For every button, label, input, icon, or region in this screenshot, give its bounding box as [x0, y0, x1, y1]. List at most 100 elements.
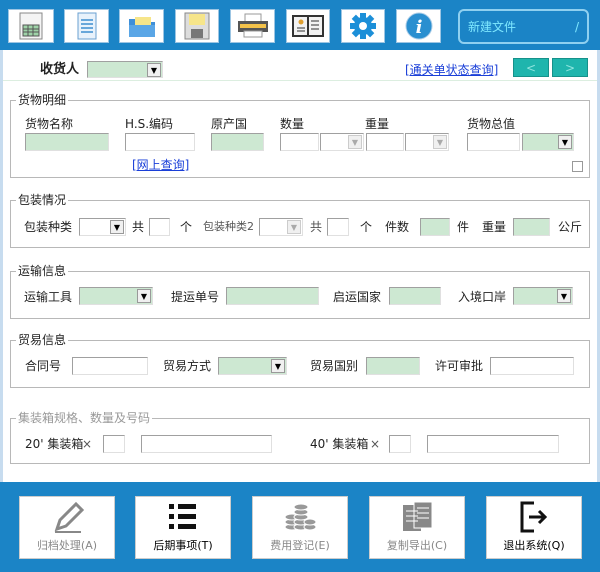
packing-weight-input[interactable]	[513, 218, 550, 236]
status-query-link[interactable]: [通关单状态查询]	[405, 63, 498, 77]
settings-button[interactable]	[341, 9, 385, 43]
copy-export-label: 复制导出(C)	[386, 539, 448, 552]
fee-button[interactable]: 费用登记(E)	[252, 496, 348, 559]
chevron-down-icon: ▼	[287, 220, 301, 234]
document-icon	[77, 12, 96, 40]
copy-documents-icon	[403, 501, 433, 531]
save-button[interactable]	[175, 9, 219, 43]
total-label: 共	[132, 220, 145, 234]
origin-input[interactable]	[211, 133, 264, 151]
departure-label: 启运国家	[333, 290, 382, 304]
weight-unit-select[interactable]: ▼	[405, 133, 449, 151]
open-button[interactable]	[119, 9, 164, 43]
vehicle-select[interactable]: ▼	[79, 287, 153, 305]
print-button[interactable]	[230, 9, 275, 43]
license-label: 许可审批	[435, 359, 484, 373]
container-20-label: 20' 集装箱	[25, 437, 84, 451]
currency-select[interactable]: ▼	[522, 133, 574, 151]
trade-mode-label: 贸易方式	[163, 359, 212, 373]
bill-label: 提运单号	[171, 290, 220, 304]
unit-label: 个	[180, 220, 193, 234]
pieces-input[interactable]	[420, 218, 450, 236]
follow-up-button[interactable]: 后期事项(T)	[135, 496, 231, 559]
hs-code-input[interactable]	[125, 133, 195, 151]
kg-label: 公斤	[558, 220, 583, 234]
goods-checkbox[interactable]	[572, 161, 583, 172]
packing-count-input[interactable]	[149, 218, 170, 236]
port-select[interactable]: ▼	[513, 287, 573, 305]
list-icon	[169, 504, 196, 529]
container-20-numbers[interactable]	[141, 435, 272, 453]
container-40-numbers[interactable]	[427, 435, 559, 453]
goods-value-input[interactable]	[467, 133, 520, 151]
svg-text:i: i	[415, 17, 422, 38]
save-icon	[184, 12, 210, 40]
packing-legend: 包装情况	[16, 193, 69, 207]
trade-country-label: 贸易国别	[310, 359, 359, 373]
container-40-label: 40' 集装箱	[310, 437, 369, 451]
pieces-unit-label: 件	[457, 220, 470, 234]
spreadsheet-icon	[19, 12, 43, 40]
transport-legend: 运输信息	[16, 264, 69, 278]
departure-input[interactable]	[389, 287, 441, 305]
current-file-box: 新建文件 /	[458, 9, 589, 44]
chevron-down-icon: ▼	[558, 135, 572, 149]
weight-label: 重量	[365, 117, 390, 131]
trade-mode-select[interactable]: ▼	[218, 357, 287, 375]
container-40-count[interactable]	[389, 435, 411, 453]
exit-icon	[520, 501, 548, 533]
follow-up-label: 后期事项(T)	[153, 539, 213, 552]
exit-button[interactable]: 退出系统(Q)	[486, 496, 582, 559]
pencil-icon	[54, 501, 85, 533]
copy-export-button[interactable]: 复制导出(C)	[369, 496, 465, 559]
license-input[interactable]	[490, 357, 574, 375]
bill-input[interactable]	[226, 287, 319, 305]
divider	[3, 80, 597, 81]
contract-label: 合同号	[25, 359, 62, 373]
chevron-down-icon: ▼	[348, 135, 362, 149]
new-sheet-button[interactable]	[8, 9, 54, 43]
about-button[interactable]: i	[396, 9, 441, 43]
file-name: 新建文件	[468, 20, 517, 34]
goods-name-input[interactable]	[25, 133, 109, 151]
packing-type2-select[interactable]: ▼	[259, 218, 303, 236]
consignee-label: 收货人	[40, 62, 80, 77]
quantity-label: 数量	[280, 117, 305, 131]
archive-label: 归档处理(A)	[36, 539, 98, 552]
book-button[interactable]	[286, 9, 330, 43]
total2-label: 共	[310, 220, 323, 234]
exit-label: 退出系统(Q)	[503, 539, 565, 552]
print-icon	[237, 13, 268, 38]
packing-type2-label: 包装种类2	[203, 220, 254, 233]
chevron-down-icon: ▼	[110, 220, 124, 234]
pieces-label: 件数	[385, 220, 410, 234]
archive-button[interactable]: 归档处理(A)	[19, 496, 115, 559]
container-20-count[interactable]	[103, 435, 125, 453]
times-icon: ×	[82, 437, 93, 451]
packing-count2-input[interactable]	[327, 218, 349, 236]
new-document-button[interactable]	[64, 9, 109, 43]
times-icon: ×	[370, 437, 381, 451]
prev-button[interactable]: <	[513, 58, 549, 77]
fee-label: 费用登记(E)	[270, 539, 330, 552]
chevron-down-icon: ▼	[137, 289, 151, 303]
consignee-select[interactable]: ▼	[87, 61, 163, 78]
contract-input[interactable]	[72, 357, 148, 375]
next-button[interactable]: >	[552, 58, 588, 77]
trade-country-input[interactable]	[366, 357, 420, 375]
weight-input[interactable]	[366, 133, 404, 151]
container-legend: 集装箱规格、数量及号码	[16, 411, 153, 425]
quantity-input[interactable]	[280, 133, 319, 151]
packing-type-select[interactable]: ▼	[79, 218, 126, 236]
trade-legend: 贸易信息	[16, 333, 69, 347]
chevron-down-icon: ▼	[433, 135, 447, 149]
left-border	[0, 50, 3, 482]
quantity-unit-select[interactable]: ▼	[320, 133, 364, 151]
packing-type-label: 包装种类	[24, 220, 73, 234]
info-icon: i	[405, 12, 432, 40]
online-query-link[interactable]: [网上查询]	[132, 158, 189, 172]
chevron-down-icon: ▼	[557, 289, 571, 303]
port-label: 入境口岸	[458, 290, 507, 304]
book-icon	[292, 15, 324, 37]
chevron-down-icon: ▼	[147, 63, 161, 77]
